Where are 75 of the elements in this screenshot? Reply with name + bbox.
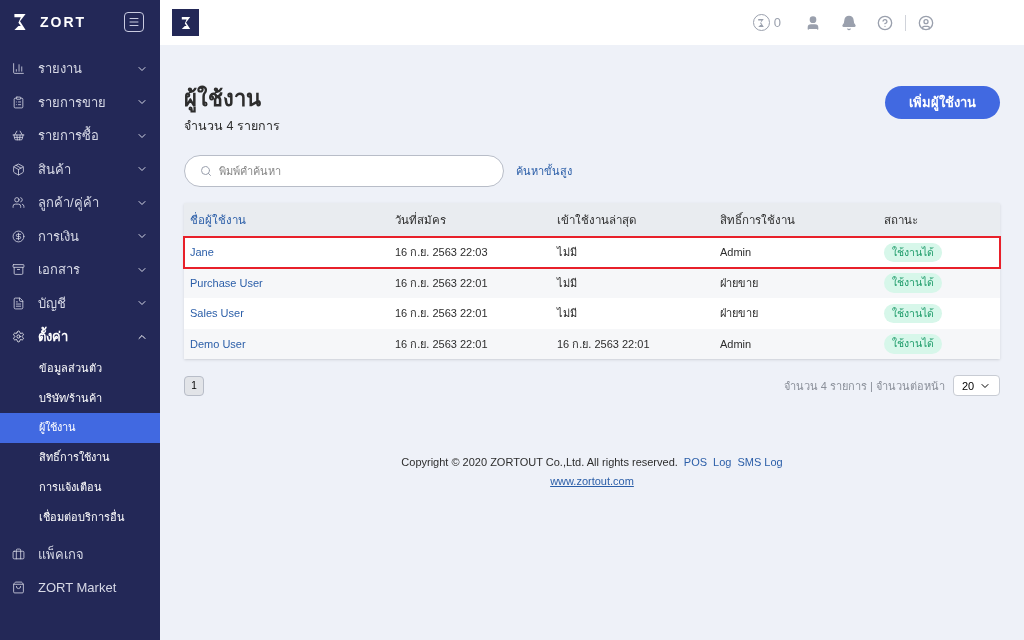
brand-name: ZORT	[40, 12, 87, 32]
basket-icon	[12, 129, 25, 143]
sidebar-subitem[interactable]: ข้อมูลส่วนตัว	[0, 353, 160, 384]
sidebar-subitem[interactable]: เชื่อมต่อบริการอื่น	[0, 501, 160, 532]
cabinet-icon	[12, 263, 25, 277]
menu-button[interactable]	[124, 12, 144, 32]
sidebar-item[interactable]: ZORT Market	[0, 571, 160, 605]
sidebar-subitem[interactable]: บริษัท/ร้านค้า	[0, 383, 160, 413]
sidebar-item[interactable]: สินค้า	[0, 152, 160, 186]
status-badge: ใช้งานได้	[884, 334, 942, 354]
clipboard-icon	[12, 95, 25, 109]
sidebar-item[interactable]: การเงิน	[0, 219, 160, 253]
dollar-icon	[12, 229, 25, 243]
sidebar-subitem[interactable]: ผู้ใช้งาน	[0, 412, 160, 443]
help-icon[interactable]	[877, 14, 893, 31]
document-icon	[12, 296, 25, 310]
user-icon[interactable]	[805, 14, 821, 31]
page-button[interactable]: 1	[184, 375, 204, 396]
status-badge: ใช้งานได้	[884, 303, 942, 324]
sidebar-item[interactable]: เอกสาร	[0, 253, 160, 287]
footer-link[interactable]: SMS Log	[737, 454, 783, 471]
bag-icon	[12, 581, 25, 595]
table-cell-text: 16 ก.ย. 2563 22:03	[395, 245, 489, 261]
table-cell-text: Admin	[720, 336, 753, 352]
sidebar-item[interactable]: ลูกค้า/คู่ค้า	[0, 186, 160, 220]
user-name-link[interactable]: Jane	[190, 244, 395, 261]
user-name-link[interactable]: Sales User	[190, 305, 395, 322]
sidebar-item[interactable]: รายงาน	[0, 52, 160, 86]
table-cell-text: Admin	[720, 245, 753, 261]
search-icon	[200, 165, 212, 178]
status-badge: ใช้งานได้	[884, 242, 942, 263]
bell-icon[interactable]	[841, 14, 857, 31]
sidebar-item[interactable]: แพ็คเกจ	[0, 537, 160, 572]
column-header: ชื่อผู้ใช้งาน	[190, 211, 247, 229]
box-icon	[12, 162, 25, 176]
menu-icon	[128, 16, 140, 28]
table-cell-text: 16 ก.ย. 2563 22:01	[557, 336, 651, 352]
advanced-search-link[interactable]: ค้นหาขั้นสูง	[516, 163, 572, 180]
status-badge: ใช้งานได้	[884, 273, 942, 293]
pagination-summary: จำนวน 4 รายการ | จำนวนต่อหน้า	[783, 378, 945, 394]
settings-icon	[12, 330, 25, 344]
table-cell-text: ฝ่ายขาย	[720, 306, 759, 322]
column-header: สิทธิ์การใช้งาน	[720, 211, 796, 228]
footer-link[interactable]: POS	[683, 454, 708, 471]
user-name-link[interactable]: Purchase User	[190, 274, 395, 292]
sidebar-subitem[interactable]: สิทธิ์การใช้งาน	[0, 442, 160, 473]
column-header: เข้าใช้งานล่าสุด	[557, 212, 637, 229]
table-cell-text: ไม่มี	[557, 306, 578, 322]
table-cell-text: 16 ก.ย. 2563 22:01	[395, 336, 489, 352]
copyright-text: Copyright © 2020 ZORTOUT Co.,Ltd. All rights reserved.	[401, 455, 678, 471]
column-header: วันที่สมัคร	[395, 211, 447, 228]
credit-count: 0	[773, 13, 781, 32]
sidebar-item[interactable]: บัญชี	[0, 286, 160, 320]
sidebar-subitem[interactable]: การแจ้งเตือน	[0, 472, 160, 502]
table-cell-text: ไม่มี	[557, 245, 578, 261]
record-count: จำนวน 4 รายการ	[184, 117, 280, 135]
website-link[interactable]: www.zortout.com	[550, 472, 634, 490]
chart-icon	[12, 62, 25, 76]
add-user-button[interactable]: เพิ่มผู้ใช้งาน	[885, 86, 1000, 119]
page-size-select[interactable]: 20	[953, 375, 1000, 397]
search-field[interactable]: พิมพ์คำค้นหา	[184, 155, 504, 188]
page-title: ผู้ใช้งาน	[184, 85, 262, 113]
footer-link[interactable]: Log	[713, 454, 732, 471]
table-cell-text: 16 ก.ย. 2563 22:01	[395, 275, 489, 291]
users-icon	[12, 196, 25, 210]
column-header: สถานะ	[884, 212, 919, 228]
sidebar-item[interactable]: รายการขาย	[0, 85, 160, 119]
table-cell-text: ฝ่ายขาย	[720, 275, 759, 291]
briefcase-icon	[12, 547, 25, 561]
sidebar-item[interactable]: รายการซื้อ	[0, 119, 160, 153]
table-cell-text: 16 ก.ย. 2563 22:01	[395, 306, 489, 322]
sidebar-item[interactable]: ตั้งค่า	[0, 320, 160, 354]
account-icon[interactable]	[918, 14, 934, 31]
table-cell-text: ไม่มี	[557, 275, 578, 291]
user-name-link[interactable]: Demo User	[190, 335, 395, 353]
